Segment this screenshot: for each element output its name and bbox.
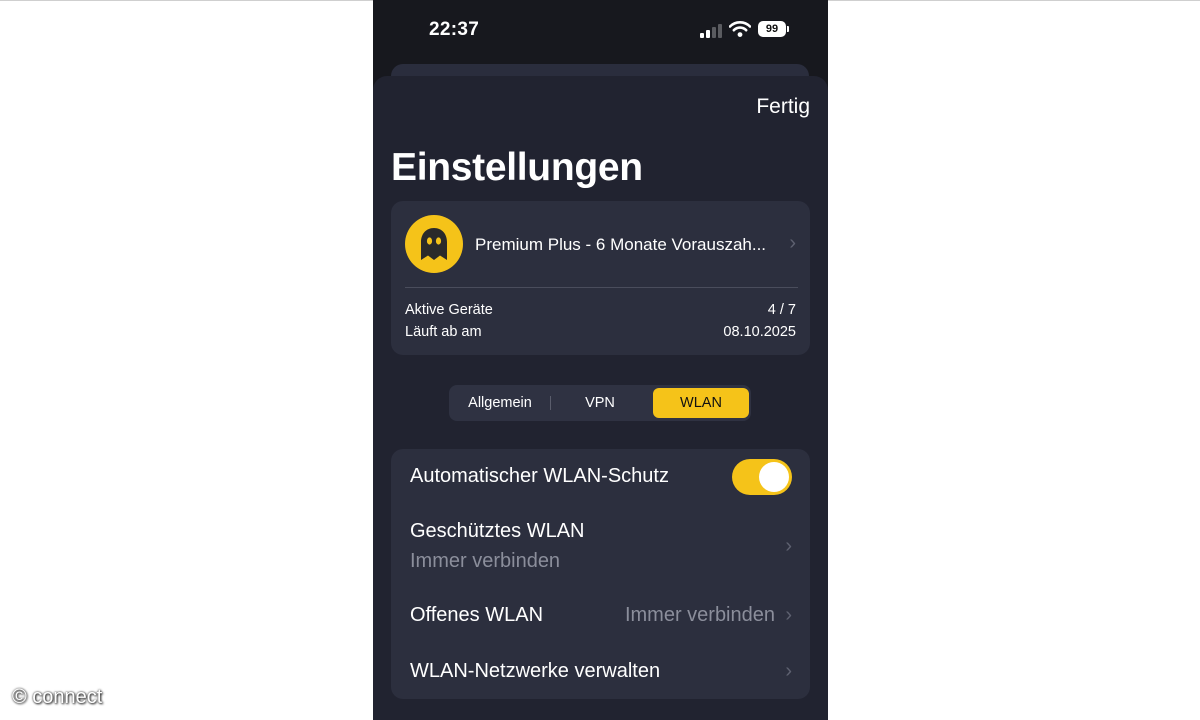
tab-vpn[interactable]: VPN [553,388,647,418]
tab-separator [550,396,551,410]
expiry-row: Läuft ab am 08.10.2025 [405,324,796,344]
done-button[interactable]: Fertig [756,95,810,119]
auto-wlan-protection-row: Automatischer WLAN-Schutz [391,449,810,505]
auto-wlan-protection-label: Automatischer WLAN-Schutz [410,465,669,487]
manage-wlan-networks-row[interactable]: WLAN-Netzwerke verwalten › [391,641,810,699]
active-devices-row: Aktive Geräte 4 / 7 [405,302,796,322]
toggle-knob [759,462,789,492]
subscription-plan-row[interactable]: Premium Plus - 6 Monate Vorauszah... › [391,201,810,287]
chevron-right-icon: › [785,535,792,557]
protected-wlan-row[interactable]: Geschütztes WLAN Immer verbinden › [391,505,810,585]
settings-sheet: Fertig Einstellungen Premium Plus - 6 Mo… [373,76,828,720]
battery-level: 99 [765,23,779,35]
cyberghost-logo-icon [405,215,463,273]
chevron-right-icon: › [785,660,792,682]
open-wlan-label: Offenes WLAN [410,604,544,626]
page-title: Einstellungen [391,146,643,189]
wifi-icon [729,21,751,37]
card-divider [405,287,798,288]
chevron-right-icon: › [789,232,796,254]
battery-icon: 99 [758,21,789,37]
status-time: 22:37 [429,19,480,40]
cellular-signal-icon [700,22,722,38]
expiry-value: 08.10.2025 [723,324,796,340]
chevron-right-icon: › [785,604,792,626]
settings-tab-control: Allgemein VPN WLAN [449,385,751,421]
wlan-settings-list: Automatischer WLAN-Schutz Geschütztes WL… [391,449,810,699]
status-bar: 22:37 99 [373,0,828,60]
active-devices-value: 4 / 7 [767,302,796,318]
expiry-label: Läuft ab am [405,324,482,340]
watermark: © connect [12,686,103,708]
auto-wlan-protection-toggle[interactable] [732,459,792,495]
plan-name: Premium Plus - 6 Monate Vorauszah... [475,235,767,254]
active-devices-label: Aktive Geräte [405,302,493,318]
protected-wlan-label: Geschütztes WLAN [410,520,585,542]
phone-screen: 22:37 99 Fertig Einstellungen Premium Pl… [373,0,828,720]
protected-wlan-value: Immer verbinden [410,550,561,572]
manage-wlan-networks-label: WLAN-Netzwerke verwalten [410,660,661,682]
subscription-card: Premium Plus - 6 Monate Vorauszah... › A… [391,201,810,355]
open-wlan-value: Immer verbinden [624,604,775,626]
tab-wlan[interactable]: WLAN [653,388,749,418]
open-wlan-row[interactable]: Offenes WLAN Immer verbinden › [391,585,810,641]
tab-general[interactable]: Allgemein [453,388,547,418]
